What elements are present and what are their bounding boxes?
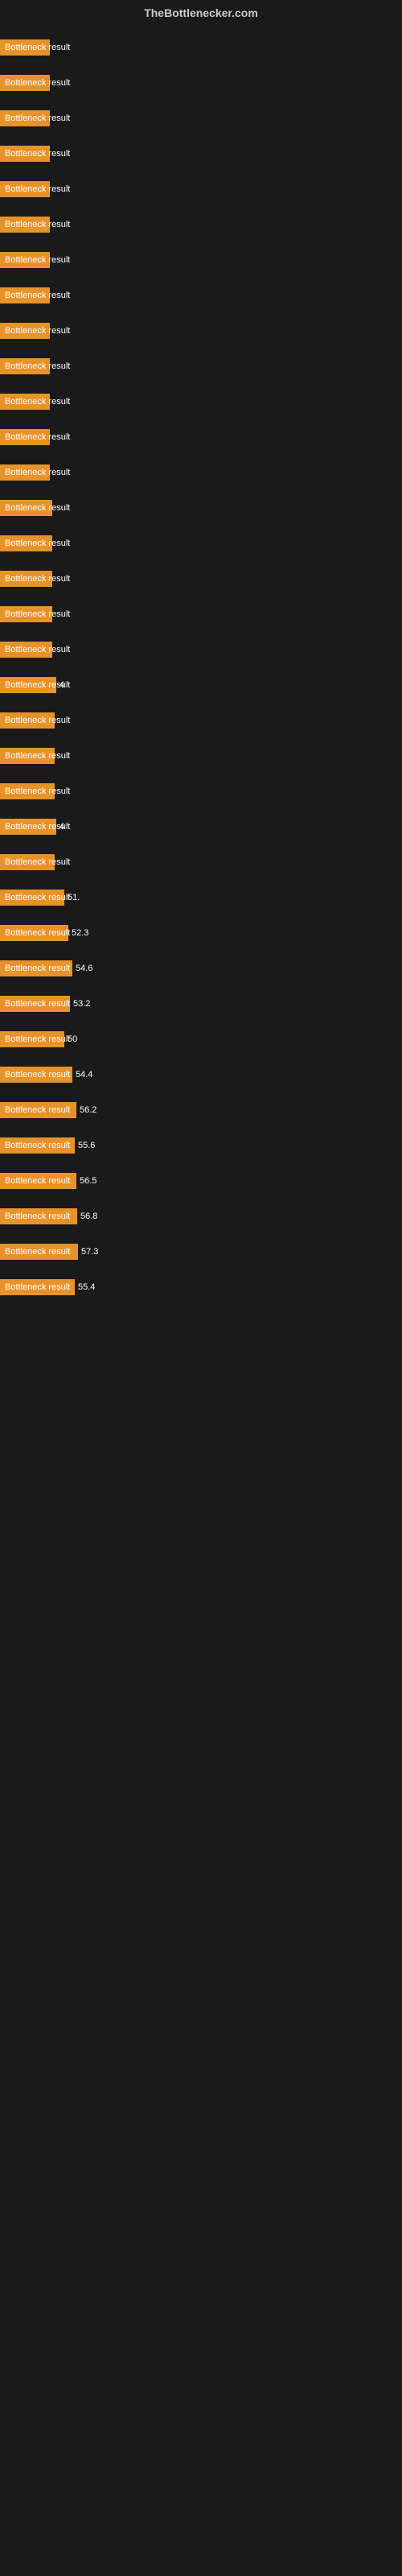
bar-label: Bottleneck result: [0, 252, 50, 268]
bar-row: Bottleneck result4: [0, 815, 402, 838]
bar-value: 56.2: [76, 1105, 96, 1115]
bar-label: Bottleneck result: [0, 181, 50, 197]
bar-row: Bottleneck result54.4: [0, 1063, 402, 1086]
bar-label: Bottleneck result: [0, 1173, 76, 1189]
bar-label: Bottleneck result: [0, 819, 56, 835]
bar-row: Bottleneck result: [0, 213, 402, 236]
bar-row: Bottleneck result55.4: [0, 1276, 402, 1298]
bar-value: 4: [56, 822, 64, 832]
bar-row: Bottleneck result: [0, 390, 402, 413]
bar-label: Bottleneck result: [0, 287, 50, 303]
bar-label: Bottleneck result: [0, 748, 55, 764]
bar-label: Bottleneck result: [0, 500, 52, 516]
bar-row: Bottleneck result: [0, 568, 402, 590]
bar-row: Bottleneck result: [0, 249, 402, 271]
bar-label: Bottleneck result: [0, 854, 55, 870]
bar-row: Bottleneck result: [0, 603, 402, 625]
bars-container: Bottleneck resultBottleneck resultBottle…: [0, 23, 402, 1304]
bar-label: Bottleneck result: [0, 783, 55, 799]
bar-label: Bottleneck result: [0, 925, 68, 941]
bar-row: Bottleneck result: [0, 284, 402, 307]
bar-row: Bottleneck result: [0, 532, 402, 555]
bar-label: Bottleneck result: [0, 1067, 72, 1083]
bar-label: Bottleneck result: [0, 358, 50, 374]
bar-value: 50: [64, 1034, 77, 1044]
bar-label: Bottleneck result: [0, 429, 50, 445]
bar-row: Bottleneck result: [0, 320, 402, 342]
bar-label: Bottleneck result: [0, 146, 50, 162]
bar-value: 52.3: [68, 928, 88, 938]
bar-value: 57.3: [78, 1247, 98, 1257]
bar-label: Bottleneck result: [0, 1102, 76, 1118]
bar-row: Bottleneck result: [0, 107, 402, 130]
bar-row: Bottleneck result: [0, 355, 402, 378]
bar-row: Bottleneck result: [0, 745, 402, 767]
bar-label: Bottleneck result: [0, 571, 52, 587]
bar-value: 56.8: [77, 1212, 97, 1221]
site-title: TheBottlenecker.com: [0, 0, 402, 23]
bar-row: Bottleneck result: [0, 780, 402, 803]
bar-row: Bottleneck result: [0, 142, 402, 165]
bar-row: Bottleneck result57.3: [0, 1241, 402, 1263]
bar-label: Bottleneck result: [0, 712, 55, 729]
bar-label: Bottleneck result: [0, 1208, 77, 1224]
bar-label: Bottleneck result: [0, 535, 52, 551]
bar-row: Bottleneck result: [0, 461, 402, 484]
bar-label: Bottleneck result: [0, 110, 50, 126]
bar-label: Bottleneck result: [0, 394, 50, 410]
bar-row: Bottleneck result55.6: [0, 1134, 402, 1157]
bar-row: Bottleneck result56.5: [0, 1170, 402, 1192]
bar-row: Bottleneck result4: [0, 674, 402, 696]
bar-label: Bottleneck result: [0, 217, 50, 233]
bar-label: Bottleneck result: [0, 606, 52, 622]
bar-row: Bottleneck result: [0, 72, 402, 94]
bar-label: Bottleneck result: [0, 464, 50, 481]
bar-label: Bottleneck result: [0, 1244, 78, 1260]
bar-label: Bottleneck result: [0, 1137, 75, 1154]
bar-row: Bottleneck result: [0, 851, 402, 873]
bar-row: Bottleneck result: [0, 497, 402, 519]
bar-value: 55.4: [75, 1282, 95, 1292]
bar-label: Bottleneck result: [0, 642, 52, 658]
bar-row: Bottleneck result: [0, 638, 402, 661]
bar-row: Bottleneck result52.3: [0, 922, 402, 944]
bar-label: Bottleneck result: [0, 39, 50, 56]
bar-value: 53.2: [70, 999, 90, 1009]
bar-label: Bottleneck result: [0, 1279, 75, 1295]
bar-row: Bottleneck result56.8: [0, 1205, 402, 1228]
bar-row: Bottleneck result51.: [0, 886, 402, 909]
bar-row: Bottleneck result: [0, 426, 402, 448]
bar-label: Bottleneck result: [0, 960, 72, 976]
bar-row: Bottleneck result50: [0, 1028, 402, 1051]
bar-label: Bottleneck result: [0, 890, 64, 906]
bar-row: Bottleneck result56.2: [0, 1099, 402, 1121]
bar-value: 4: [56, 680, 64, 690]
bar-value: 51.: [64, 893, 80, 902]
page-header: TheBottlenecker.com: [0, 0, 402, 23]
bar-value: 54.4: [72, 1070, 92, 1080]
bar-label: Bottleneck result: [0, 75, 50, 91]
bar-label: Bottleneck result: [0, 1031, 64, 1047]
bar-row: Bottleneck result53.2: [0, 993, 402, 1015]
bar-row: Bottleneck result: [0, 178, 402, 200]
bar-value: 55.6: [75, 1141, 95, 1150]
bar-row: Bottleneck result54.6: [0, 957, 402, 980]
bar-label: Bottleneck result: [0, 996, 70, 1012]
bar-label: Bottleneck result: [0, 677, 56, 693]
bar-value: 54.6: [72, 964, 92, 973]
bar-label: Bottleneck result: [0, 323, 50, 339]
bar-row: Bottleneck result: [0, 709, 402, 732]
bar-row: Bottleneck result: [0, 36, 402, 59]
bar-value: 56.5: [76, 1176, 96, 1186]
